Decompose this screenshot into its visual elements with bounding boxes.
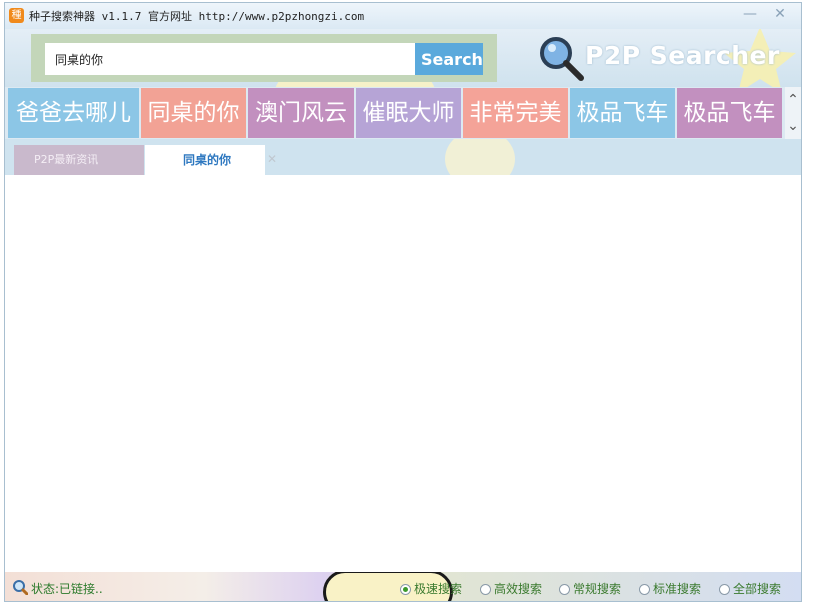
hot-tile[interactable]: 同桌的你	[141, 88, 246, 138]
search-mode-option[interactable]: 标准搜索	[639, 580, 701, 597]
tab-strip-decoration	[445, 139, 515, 175]
hot-tile[interactable]: 非常完美	[463, 88, 568, 138]
hot-tile[interactable]: 极品飞车	[570, 88, 675, 138]
search-mode-label: 全部搜索	[733, 582, 782, 596]
search-mode-label: 高效搜索	[494, 582, 543, 596]
close-button[interactable]: ✕	[767, 5, 793, 23]
status-text: 状态:已链接..	[31, 582, 103, 596]
hot-tile[interactable]: 催眠大师	[356, 88, 461, 138]
app-window: 種 种子搜索神器 v1.1.7 官方网址 http://www.p2pzhong…	[4, 2, 802, 602]
search-mode-label: 标准搜索	[653, 582, 702, 596]
search-mode-option[interactable]: 高效搜索	[480, 580, 542, 597]
search-input[interactable]	[45, 43, 415, 75]
search-mode-option[interactable]: 常规搜索	[559, 580, 621, 597]
hot-search-tiles: 爸爸去哪儿 同桌的你 澳门风云 催眠大师 非常完美 极品飞车 极品飞车	[5, 87, 801, 139]
minimize-button[interactable]: —	[737, 5, 763, 23]
tab-current-search[interactable]: 同桌的你	[145, 145, 265, 175]
radio-icon[interactable]	[559, 584, 570, 595]
tile-scroller: ⌃ ⌄	[785, 87, 801, 139]
search-mode-option[interactable]: 极速搜索	[400, 580, 462, 597]
hot-tile[interactable]: 爸爸去哪儿	[8, 88, 139, 138]
app-logo-icon: 種	[9, 8, 24, 23]
hot-tile[interactable]: 澳门风云	[248, 88, 354, 138]
title-bar: 種 种子搜索神器 v1.1.7 官方网址 http://www.p2pzhong…	[5, 3, 801, 29]
radio-icon[interactable]	[719, 584, 730, 595]
search-mode-label: 常规搜索	[573, 582, 622, 596]
radio-icon[interactable]	[400, 584, 411, 595]
status-search-icon	[13, 580, 28, 595]
scroll-down-icon[interactable]: ⌄	[785, 113, 801, 139]
tab-current-search-label[interactable]: 同桌的你	[183, 145, 231, 175]
tab-close-icon[interactable]: ✕	[267, 152, 277, 166]
tab-p2p-news[interactable]: P2P最新资讯	[14, 145, 144, 175]
search-button[interactable]: Search	[415, 43, 483, 75]
search-mode-label: 极速搜索	[414, 582, 463, 596]
search-mode-option[interactable]: 全部搜索	[719, 580, 781, 597]
scroll-up-icon[interactable]: ⌃	[785, 87, 801, 113]
status-bar: 状态:已链接.. 极速搜索 高效搜索 常规搜索 标准搜索 全部搜索	[5, 572, 801, 601]
window-title: 种子搜索神器 v1.1.7 官方网址 http://www.p2pzhongzi…	[29, 10, 365, 23]
radio-icon[interactable]	[480, 584, 491, 595]
brand-name: P2P Searcher	[585, 41, 780, 70]
radio-icon[interactable]	[639, 584, 650, 595]
hot-tile[interactable]: 极品飞车	[677, 88, 782, 138]
tab-strip: P2P最新资讯 同桌的你 ✕	[5, 139, 801, 175]
results-panel	[5, 175, 801, 572]
magnifier-icon	[540, 37, 584, 81]
header: Search P2P Searcher	[5, 29, 801, 87]
